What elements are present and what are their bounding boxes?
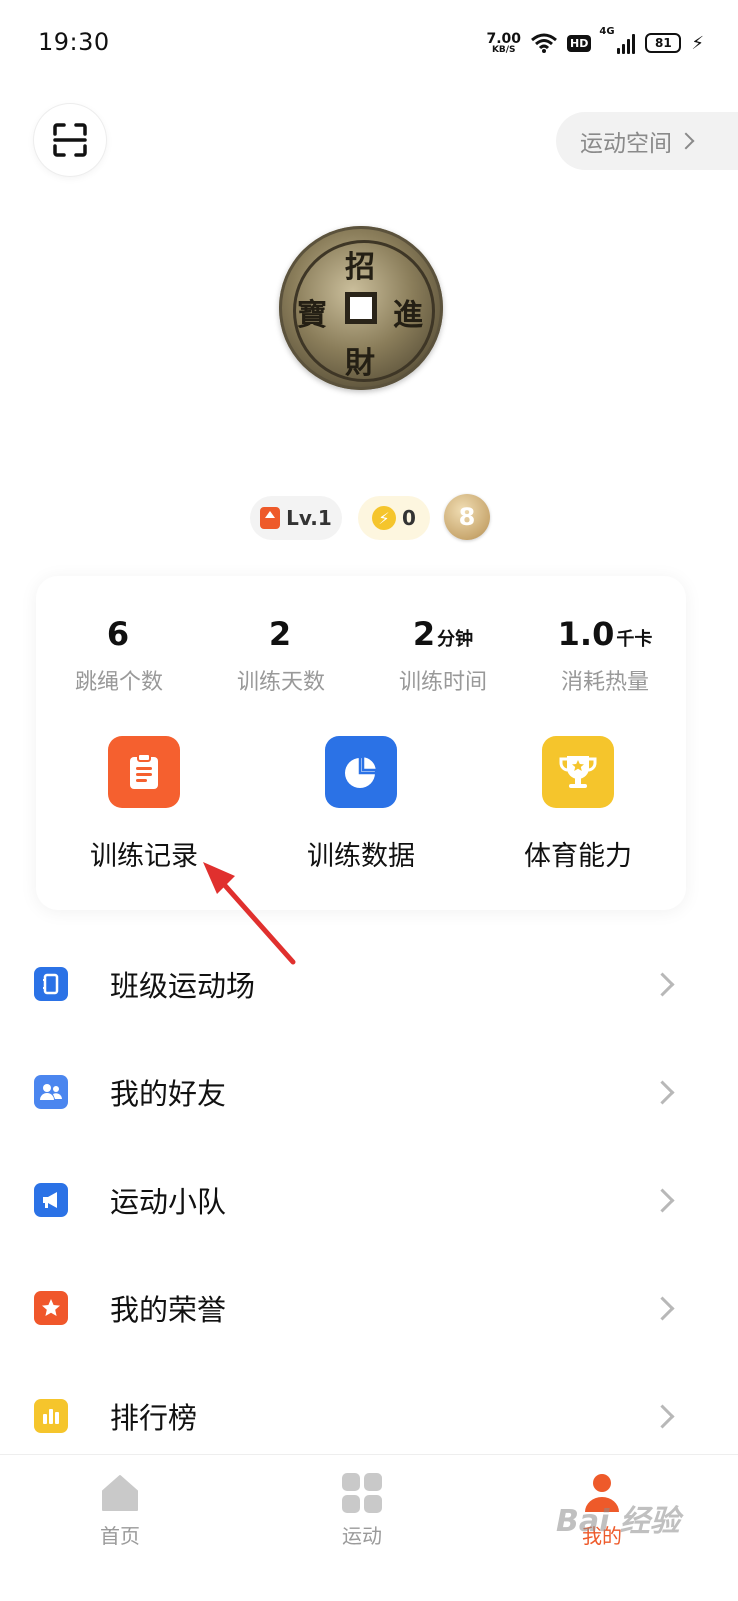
medal-badge[interactable]: 8 (444, 494, 490, 540)
chevron-right-icon (650, 1187, 675, 1213)
training-records-label: 训练记录 (90, 841, 198, 872)
stat-calories: 1.0 千卡 消耗热量 (557, 615, 653, 695)
bar-chart-icon (34, 1399, 68, 1433)
sports-space-label: 运动空间 (580, 131, 672, 157)
training-records-button[interactable]: 训练记录 (54, 736, 234, 873)
stat-training-days: 2 训练天数 (236, 615, 325, 695)
sports-space-button[interactable]: 运动空间 (556, 112, 738, 170)
stat-jump-count: 6 跳绳个数 (74, 615, 163, 695)
status-time: 19:30 (38, 28, 110, 56)
lightning-icon: ⚡ (372, 506, 397, 530)
megaphone-icon (34, 1183, 68, 1217)
menu-item-label: 排行榜 (110, 1401, 198, 1435)
chevron-right-icon (650, 1295, 675, 1321)
menu-item-label: 运动小队 (110, 1185, 227, 1219)
menu-item-my-friends[interactable]: 我的好友 (0, 1038, 738, 1146)
nav-home-label: 首页 (100, 1524, 140, 1548)
grid-icon (342, 1473, 382, 1513)
battery-icon: 81 (645, 33, 682, 53)
training-data-label: 训练数据 (307, 841, 415, 872)
home-icon (102, 1475, 138, 1511)
status-icons: 7.00 KB/S HD 4G 81 ⚡ (486, 26, 704, 60)
menu-item-label: 我的好友 (110, 1077, 227, 1111)
pie-chart-icon (325, 736, 397, 808)
scan-button[interactable] (34, 104, 106, 176)
sports-ability-label: 体育能力 (524, 841, 632, 872)
training-data-button[interactable]: 训练数据 (271, 736, 451, 873)
level-text: Lv.1 (286, 506, 332, 530)
menu-item-class-playground[interactable]: 班级运动场 (0, 930, 738, 1038)
menu-item-label: 班级运动场 (110, 969, 256, 1003)
friends-icon (34, 1075, 68, 1109)
star-badge-icon (34, 1291, 68, 1325)
chevron-right-icon (650, 1403, 675, 1429)
chevron-right-icon (650, 971, 675, 997)
menu-item-my-honors[interactable]: 我的荣誉 (0, 1254, 738, 1362)
energy-value: 0 (402, 506, 416, 530)
hd-badge: HD (567, 34, 592, 52)
energy-badge[interactable]: ⚡ 0 (358, 496, 430, 540)
scan-icon (53, 123, 87, 157)
nav-sports-label: 运动 (342, 1524, 382, 1548)
trophy-icon (542, 736, 614, 808)
nav-home[interactable]: 首页 (40, 1472, 200, 1549)
chevron-right-icon (677, 132, 695, 150)
clipboard-icon (108, 736, 180, 808)
net-speed: 7.00 KB/S (486, 30, 522, 55)
nav-sports[interactable]: 运动 (282, 1472, 442, 1549)
medal-icon: 8 (458, 503, 476, 531)
notebook-icon (34, 967, 68, 1001)
stat-training-time: 2 分钟 训练时间 (398, 615, 487, 695)
menu-item-label: 我的荣誉 (110, 1293, 227, 1327)
watermark: Bai 经验 (556, 1504, 680, 1539)
sports-ability-button[interactable]: 体育能力 (488, 736, 668, 873)
signal-icon: 4G (599, 26, 636, 54)
chevron-right-icon (650, 1079, 675, 1105)
menu-item-sports-team[interactable]: 运动小队 (0, 1146, 738, 1254)
level-badge[interactable]: Lv.1 (250, 496, 342, 540)
level-up-icon (260, 507, 281, 529)
avatar[interactable]: 招 進 財 寶 (279, 226, 443, 390)
charging-icon: ⚡ (691, 32, 704, 54)
wifi-icon (531, 33, 557, 53)
